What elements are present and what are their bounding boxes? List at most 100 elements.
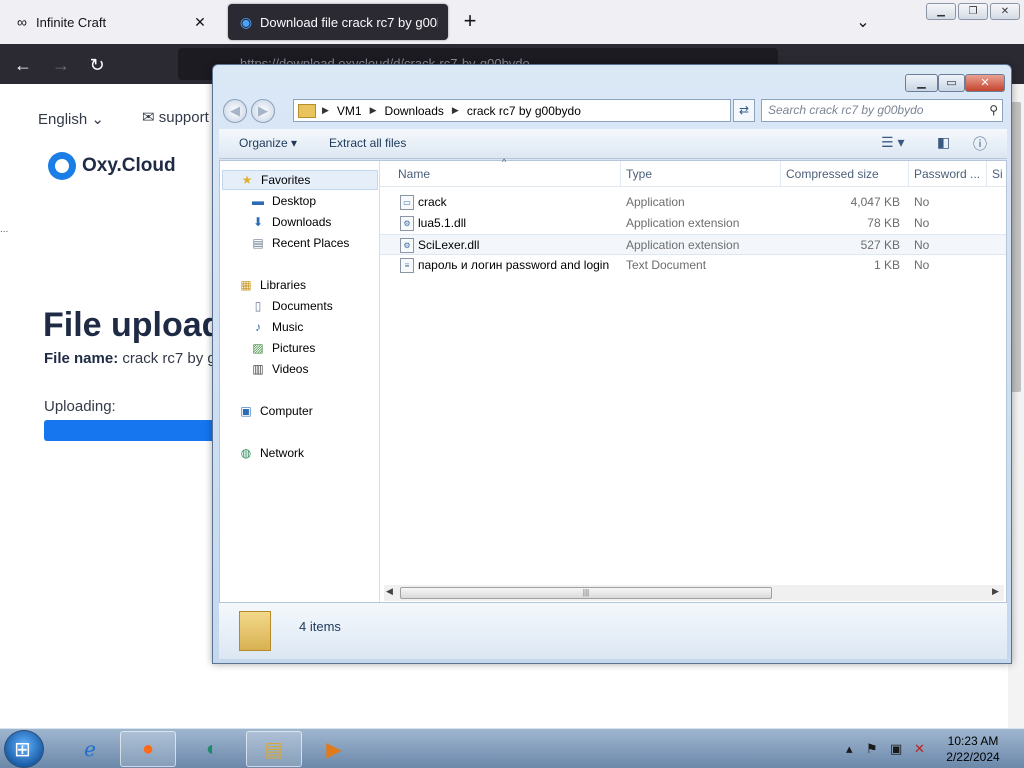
tab-title: Infinite Craft: [36, 14, 107, 30]
nav-recent-places[interactable]: ▤ Recent Places: [220, 233, 349, 253]
scroll-right-icon[interactable]: ▶: [992, 586, 999, 597]
nav-desktop[interactable]: ▬ Desktop: [220, 191, 316, 211]
application-icon: ▭: [400, 195, 414, 210]
column-password[interactable]: Password ...: [914, 167, 980, 181]
nav-favorites[interactable]: ★ Favorites: [222, 170, 378, 190]
menu-dots[interactable]: ...: [0, 224, 8, 235]
internet-explorer-icon[interactable]: ℯ: [62, 731, 118, 767]
breadcrumb-vm1[interactable]: VM1: [337, 104, 362, 118]
chevron-down-icon: ⌄: [91, 111, 104, 128]
tab-download-file[interactable]: ◉ Download file crack rc7 by g00bydo: [228, 4, 448, 40]
nav-videos[interactable]: ▥ Videos: [220, 359, 308, 379]
app-globe-icon[interactable]: ◐: [184, 731, 240, 767]
column-header: Name ^ Type Compressed size Password ...…: [380, 157, 1006, 187]
help-icon[interactable]: ⓘ: [973, 134, 987, 154]
nav-label: Music: [272, 320, 304, 334]
nav-libraries[interactable]: ▦ Libraries: [220, 275, 306, 295]
column-divider[interactable]: [780, 161, 781, 187]
flag-icon[interactable]: ⚑: [866, 741, 878, 757]
page-title: File upload: [43, 306, 223, 344]
back-arrow-icon[interactable]: ←: [12, 54, 34, 76]
nav-label: Videos: [272, 362, 309, 376]
view-options-icon[interactable]: ☰ ▾: [881, 134, 904, 151]
column-divider[interactable]: [620, 161, 621, 187]
column-divider[interactable]: [908, 161, 909, 187]
scroll-left-icon[interactable]: ◀: [386, 586, 393, 597]
nav-label: Network: [260, 446, 305, 460]
oxycloud-logo[interactable]: Oxy.Cloud: [48, 152, 176, 180]
maximize-button[interactable]: ❐: [958, 3, 988, 20]
extract-all-button[interactable]: Extract all files: [329, 136, 406, 150]
file-explorer-icon[interactable]: ▤: [246, 731, 302, 767]
file-name-label: File name:: [44, 350, 119, 367]
downloads-icon: ⬇: [252, 215, 264, 229]
music-icon: ♪: [255, 320, 261, 334]
nav-downloads[interactable]: ⬇ Downloads: [220, 212, 331, 232]
zip-folder-icon: [298, 103, 316, 118]
reload-icon[interactable]: ↻: [86, 54, 108, 76]
file-row[interactable]: ▭ crack Application 4,047 KB No: [380, 192, 1006, 213]
network-status-icon[interactable]: ▣: [890, 741, 902, 757]
explorer-maximize-button[interactable]: ▭: [938, 74, 965, 92]
explorer-minimize-button[interactable]: ▁: [905, 74, 938, 92]
file-name: crack: [418, 195, 447, 209]
column-compressed-size[interactable]: Compressed size: [786, 167, 879, 181]
nav-label: Libraries: [260, 278, 307, 292]
column-size[interactable]: Si: [992, 167, 1003, 181]
close-button[interactable]: ✕: [990, 3, 1020, 20]
scrollbar-thumb[interactable]: [1011, 102, 1021, 392]
nav-music[interactable]: ♪ Music: [220, 317, 303, 337]
breadcrumb-crack-folder[interactable]: crack rc7 by g00bydo: [467, 104, 581, 118]
explorer-close-button[interactable]: ✕: [965, 74, 1005, 92]
tab-infinite-craft[interactable]: ∞ Infinite Craft ✕: [4, 4, 218, 40]
zip-folder-icon: [239, 611, 271, 651]
column-name[interactable]: Name: [398, 167, 430, 181]
file-row[interactable]: ≡ пароль и логин password and login Text…: [380, 255, 1006, 276]
dll-file-icon: ⚙: [400, 216, 414, 231]
column-type[interactable]: Type: [626, 167, 652, 181]
search-input[interactable]: Search crack rc7 by g00bydo ⚲: [761, 99, 1003, 122]
column-divider[interactable]: [986, 161, 987, 187]
language-select[interactable]: English ⌄: [38, 110, 104, 128]
search-icon[interactable]: ⚲: [989, 100, 998, 121]
preview-pane-icon[interactable]: ◧: [937, 134, 950, 151]
file-name: SciLexer.dll: [418, 238, 480, 252]
logo-text: Oxy.Cloud: [82, 155, 176, 176]
firefox-icon[interactable]: ●: [120, 731, 176, 767]
file-row[interactable]: ⚙ SciLexer.dll Application extension 527…: [380, 234, 1006, 255]
back-button[interactable]: ◀: [223, 99, 247, 123]
close-icon[interactable]: ✕: [192, 14, 208, 31]
volume-muted-icon[interactable]: ✕: [914, 741, 925, 757]
clock[interactable]: 10:23 AM 2/22/2024: [936, 733, 1010, 765]
browser-tab-bar: ∞ Infinite Craft ✕ ◉ Download file crack…: [0, 0, 1024, 44]
minimize-button[interactable]: ▁: [926, 3, 956, 20]
horizontal-scrollbar[interactable]: ◀ ||| ▶: [384, 585, 1004, 601]
explorer-toolbar: Organize ▾ Extract all files ☰ ▾ ◧ ⓘ: [219, 129, 1007, 159]
libraries-icon: ▦: [240, 278, 252, 292]
tab-list-chevron-icon[interactable]: ⌄: [852, 12, 874, 32]
organize-button[interactable]: Organize ▾: [239, 136, 297, 150]
start-button[interactable]: [4, 730, 44, 768]
file-size: 527 KB: [860, 238, 900, 252]
breadcrumb-downloads[interactable]: Downloads: [385, 104, 444, 118]
search-placeholder: Search crack rc7 by g00bydo: [768, 103, 924, 117]
nav-label: Favorites: [261, 173, 311, 187]
nav-documents[interactable]: ▯ Documents: [220, 296, 333, 316]
file-size: 4,047 KB: [850, 195, 900, 209]
support-link[interactable]: ✉ support: [142, 108, 209, 126]
tab-title: Download file crack rc7 by g00bydo: [260, 14, 438, 30]
nav-label: Documents: [272, 299, 333, 313]
nav-pictures[interactable]: ▨ Pictures: [220, 338, 315, 358]
nav-network[interactable]: ◍ Network: [220, 443, 304, 463]
file-row[interactable]: ⚙ lua5.1.dll Application extension 78 KB…: [380, 213, 1006, 234]
show-hidden-icons-icon[interactable]: ▴: [846, 741, 853, 757]
forward-arrow-icon[interactable]: →: [50, 54, 72, 76]
text-document-icon: ≡: [400, 258, 414, 273]
refresh-icon[interactable]: ⇄: [733, 99, 755, 122]
address-bar[interactable]: ▶ VM1 ▶ Downloads ▶ crack rc7 by g00bydo…: [293, 99, 799, 122]
media-player-icon[interactable]: ▶: [306, 731, 362, 767]
scrollbar-thumb[interactable]: |||: [400, 587, 772, 599]
forward-button[interactable]: ▶: [251, 99, 275, 123]
nav-computer[interactable]: ▣ Computer: [220, 401, 312, 421]
new-tab-button[interactable]: +: [458, 10, 482, 34]
